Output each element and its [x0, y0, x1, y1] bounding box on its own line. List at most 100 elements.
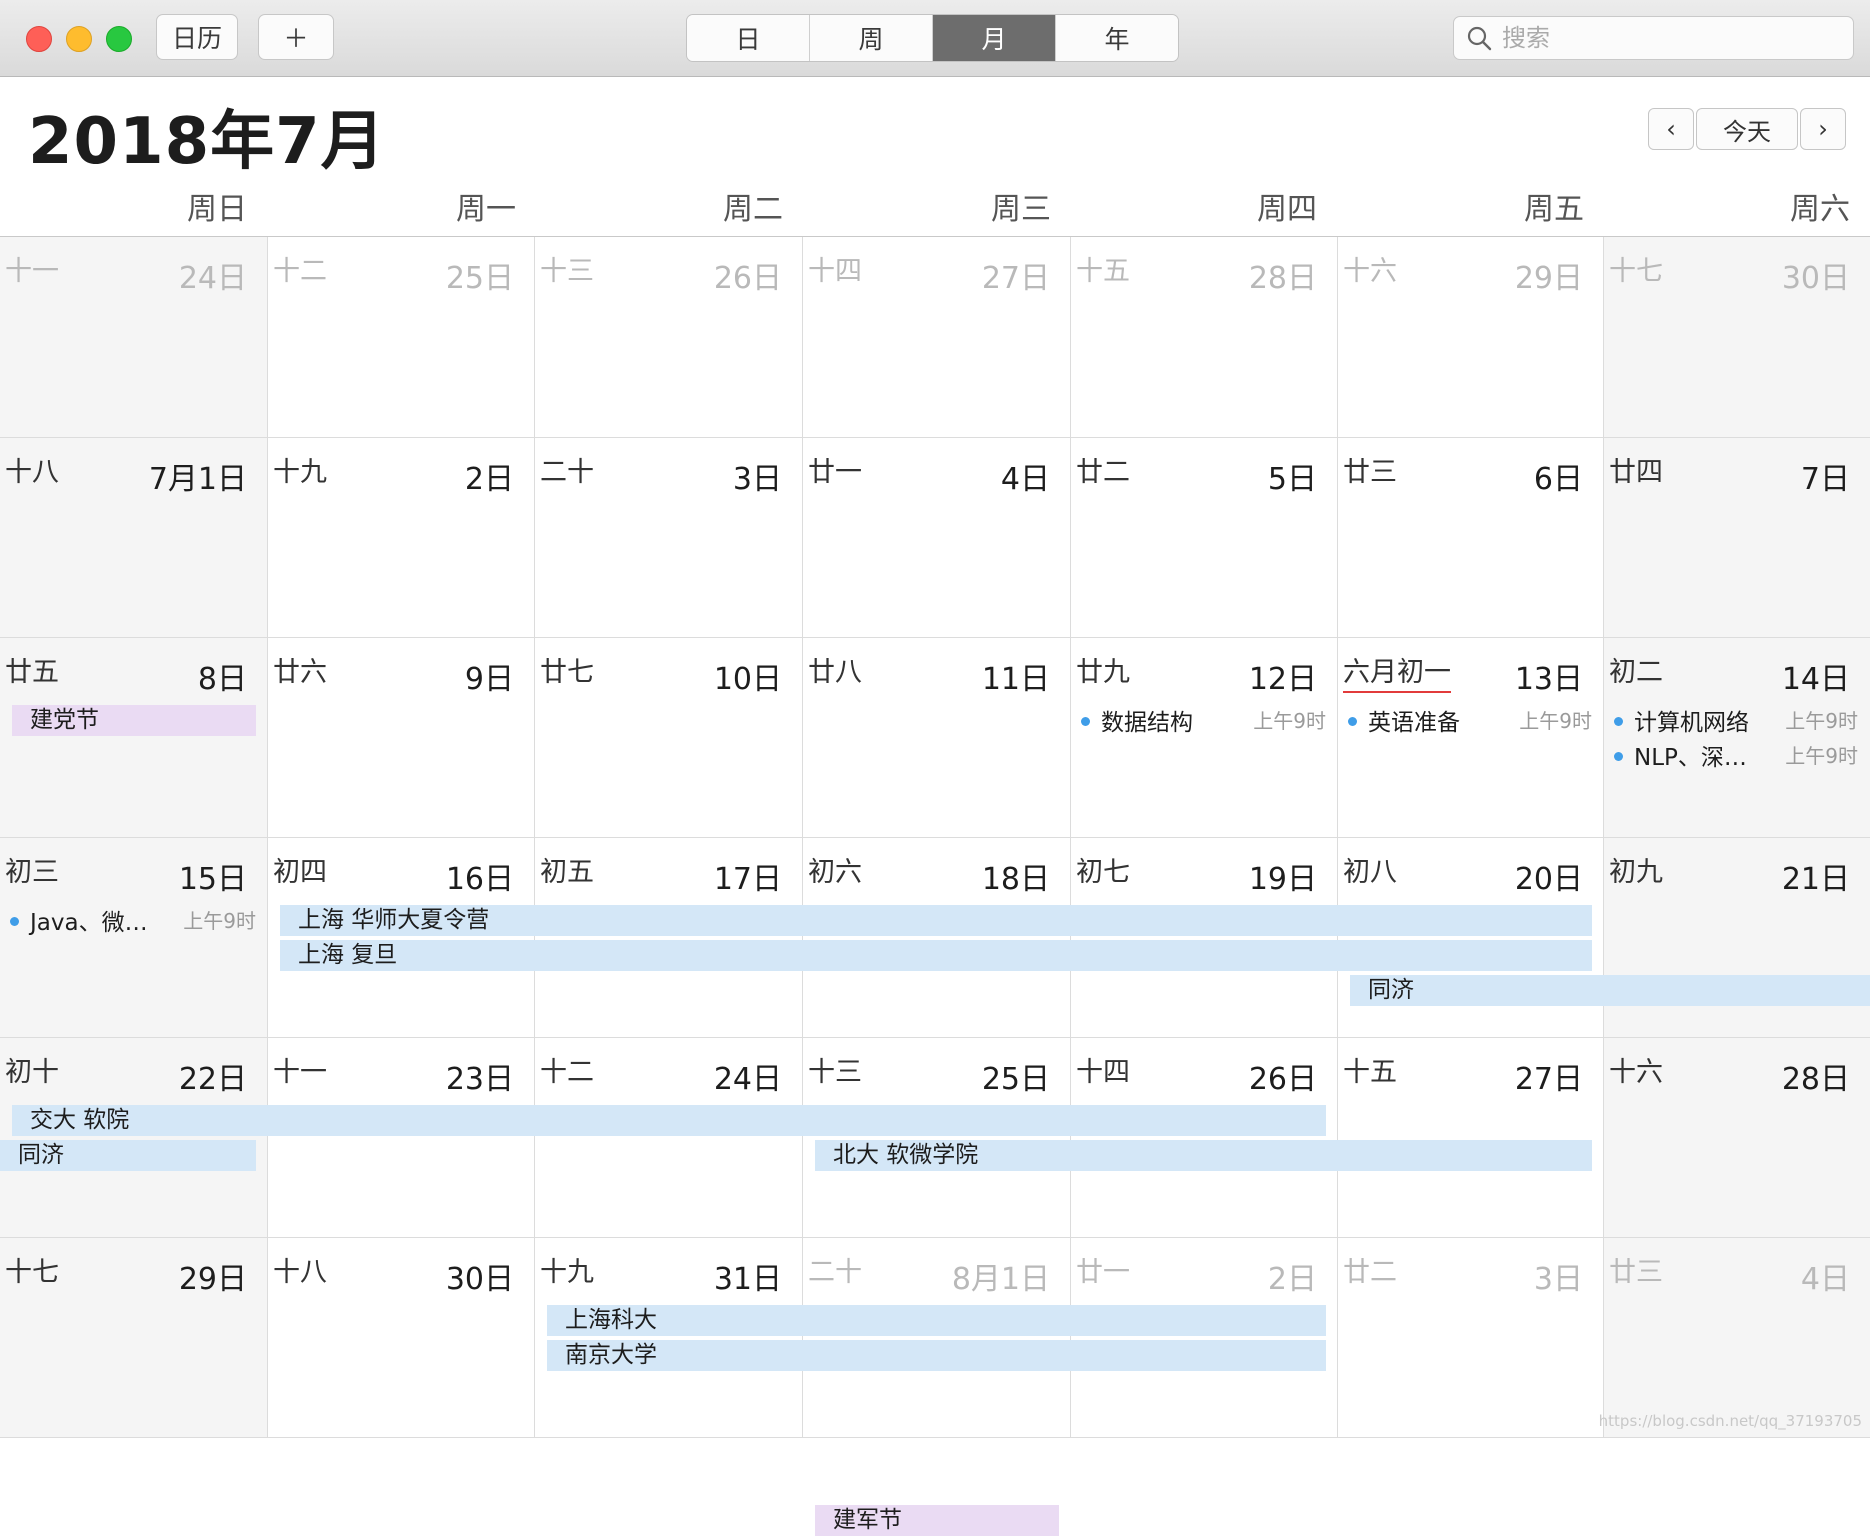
day-cell[interactable]: 十八 30日 [268, 1238, 535, 1438]
day-number: 4日 [1000, 462, 1050, 497]
day-cell[interactable]: 廿八 11日 [803, 638, 1071, 838]
day-cell[interactable]: 十七 30日 [1604, 237, 1870, 438]
day-number: 31日 [713, 1262, 782, 1297]
lunar-date: 十四 [1076, 1057, 1130, 1088]
all-day-event[interactable]: 同济 [1350, 975, 1870, 1006]
day-cell[interactable]: 初四 16日 [268, 838, 535, 1038]
lunar-date: 初五 [540, 857, 594, 888]
all-day-event[interactable]: 交大 软院 [12, 1105, 1326, 1136]
tab-week[interactable]: 周 [810, 15, 933, 61]
all-day-event[interactable]: 上海科大 [547, 1305, 1326, 1336]
event-time: 上午9时 [1519, 709, 1592, 733]
day-cell[interactable]: 廿一 4日 [803, 438, 1071, 638]
search-box[interactable] [1453, 16, 1854, 60]
event-time: 上午9时 [1253, 709, 1326, 733]
next-month-button[interactable]: › [1800, 108, 1846, 150]
day-cell[interactable]: 廿二 5日 [1071, 438, 1338, 638]
lunar-date: 初九 [1609, 857, 1663, 888]
day-cell[interactable]: 十二 24日 [535, 1038, 803, 1238]
lunar-date: 十九 [273, 457, 327, 488]
close-window-icon[interactable] [26, 26, 52, 52]
timed-event[interactable]: Java、微… [10, 903, 148, 937]
day-cell[interactable]: 廿七 10日 [535, 638, 803, 838]
day-cell[interactable]: 十九 2日 [268, 438, 535, 638]
timed-event[interactable]: NLP、深… [1614, 738, 1747, 772]
zoom-window-icon[interactable] [106, 26, 132, 52]
tab-day[interactable]: 日 [687, 15, 810, 61]
day-number: 8月1日 [951, 1262, 1050, 1297]
chevron-left-icon: ‹ [1666, 115, 1676, 143]
day-cell[interactable]: 初五 17日 [535, 838, 803, 1038]
day-cell[interactable]: 廿六 9日 [268, 638, 535, 838]
day-number: 5日 [1267, 462, 1317, 497]
day-cell[interactable]: 二十 8月1日 [803, 1238, 1071, 1438]
timed-event[interactable]: 数据结构 [1081, 703, 1193, 737]
all-day-event[interactable]: 同济 [0, 1140, 256, 1171]
day-cell[interactable]: 二十 3日 [535, 438, 803, 638]
day-number: 15日 [178, 862, 247, 897]
day-cell[interactable]: 十八 7月1日 [0, 438, 268, 638]
day-cell[interactable]: 初九 21日 [1604, 838, 1870, 1038]
day-number: 28日 [1248, 261, 1317, 296]
lunar-date: 十一 [273, 1057, 327, 1088]
lunar-date: 十九 [540, 1257, 594, 1288]
day-number: 12日 [1248, 662, 1317, 697]
day-cell[interactable]: 初三 15日 [0, 838, 268, 1038]
day-cell[interactable]: 廿三 6日 [1338, 438, 1604, 638]
lunar-date: 六月初一 [1343, 650, 1451, 693]
day-cell[interactable]: 廿五 8日 [0, 638, 268, 838]
lunar-date: 初二 [1609, 657, 1663, 688]
day-cell[interactable]: 十一 23日 [268, 1038, 535, 1238]
calendars-button[interactable]: 日历 [156, 14, 238, 60]
day-cell[interactable]: 初七 19日 [1071, 838, 1338, 1038]
day-cell[interactable]: 十六 29日 [1338, 237, 1604, 438]
minimize-window-icon[interactable] [66, 26, 92, 52]
day-cell[interactable]: 六月初一 13日 [1338, 638, 1604, 838]
day-number: 17日 [713, 862, 782, 897]
day-cell[interactable]: 廿二 3日 [1338, 1238, 1604, 1438]
prev-month-button[interactable]: ‹ [1648, 108, 1694, 150]
tab-year[interactable]: 年 [1056, 15, 1178, 61]
day-cell[interactable]: 十五 27日 [1338, 1038, 1604, 1238]
day-cell[interactable]: 十二 25日 [268, 237, 535, 438]
day-cell[interactable]: 十九 31日 [535, 1238, 803, 1438]
day-cell[interactable]: 初八 20日 [1338, 838, 1604, 1038]
all-day-event[interactable]: 建军节 [815, 1505, 1059, 1536]
day-cell[interactable]: 廿一 2日 [1071, 1238, 1338, 1438]
lunar-date: 十五 [1076, 256, 1130, 287]
view-switcher: 日 周 月 年 [686, 14, 1179, 62]
timed-event[interactable]: 计算机网络 [1614, 703, 1749, 737]
all-day-event[interactable]: 北大 软微学院 [815, 1140, 1592, 1171]
day-number: 28日 [1781, 1062, 1850, 1097]
day-cell[interactable]: 十一 24日 [0, 237, 268, 438]
day-cell[interactable]: 十七 29日 [0, 1238, 268, 1438]
day-number: 14日 [1781, 662, 1850, 697]
day-cell[interactable]: 十六 28日 [1604, 1038, 1870, 1238]
weekday-sat: 周六 [1790, 192, 1850, 227]
day-number: 10日 [713, 662, 782, 697]
event-time: 上午9时 [1785, 744, 1858, 768]
all-day-event[interactable]: 上海 复旦 [280, 940, 1592, 971]
day-cell[interactable]: 十四 27日 [803, 237, 1071, 438]
all-day-event[interactable]: 建党节 [12, 705, 256, 736]
day-cell[interactable]: 十四 26日 [1071, 1038, 1338, 1238]
add-event-button[interactable]: ＋ [258, 14, 334, 60]
day-cell[interactable]: 廿九 12日 [1071, 638, 1338, 838]
today-button[interactable]: 今天 [1696, 108, 1798, 150]
day-cell[interactable]: 十五 28日 [1071, 237, 1338, 438]
day-number: 8日 [197, 662, 247, 697]
day-number: 23日 [445, 1062, 514, 1097]
all-day-event[interactable]: 南京大学 [547, 1340, 1326, 1371]
search-input[interactable] [1500, 23, 1844, 53]
day-cell[interactable]: 初六 18日 [803, 838, 1071, 1038]
event-title: 英语准备 [1368, 710, 1460, 736]
day-cell[interactable]: 廿四 7日 [1604, 438, 1870, 638]
day-cell[interactable]: 廿三 4日 [1604, 1238, 1870, 1438]
timed-event[interactable]: 英语准备 [1348, 703, 1460, 737]
all-day-event[interactable]: 上海 华师大夏令营 [280, 905, 1592, 936]
day-cell[interactable]: 十三 25日 [803, 1038, 1071, 1238]
tab-month[interactable]: 月 [933, 15, 1056, 61]
day-cell[interactable]: 初十 22日 [0, 1038, 268, 1238]
day-cell[interactable]: 十三 26日 [535, 237, 803, 438]
day-number: 11日 [981, 662, 1050, 697]
